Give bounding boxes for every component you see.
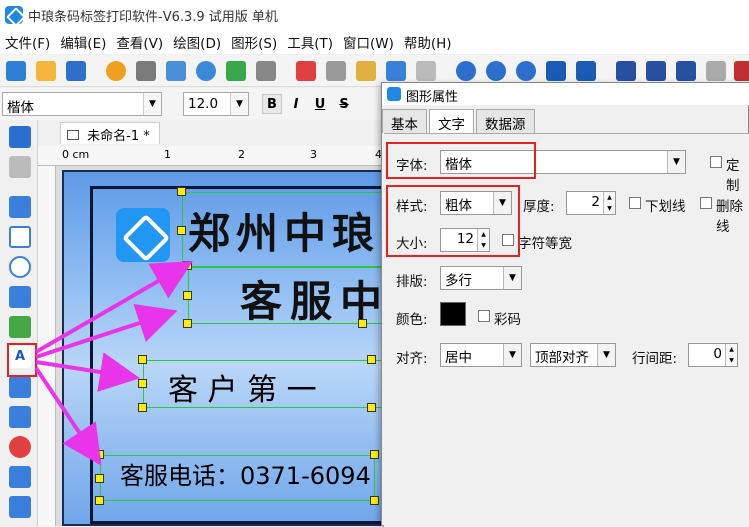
color-swatch[interactable] bbox=[440, 302, 466, 326]
tab-text[interactable]: 文字 bbox=[429, 109, 474, 133]
chevron-down-icon[interactable]: ▼ bbox=[503, 267, 521, 289]
arrow-to-line4 bbox=[34, 366, 102, 466]
linespacing-label: 行间距: bbox=[632, 351, 678, 367]
spinner-icon[interactable]: ▲ ▼ bbox=[725, 344, 737, 366]
chevron-down-icon[interactable]: ▼ bbox=[503, 344, 521, 366]
font-highlight bbox=[386, 142, 536, 179]
vertical-align-select[interactable]: 顶部对齐 ▼ bbox=[530, 343, 616, 367]
dialog-app-icon bbox=[387, 87, 401, 101]
underline-label: 下划线 bbox=[645, 199, 686, 215]
dialog-tabs: 基本 文字 数据源 bbox=[382, 109, 537, 133]
linespacing-input[interactable]: 0 ▲ ▼ bbox=[688, 343, 738, 367]
spinner-icon[interactable]: ▲ ▼ bbox=[603, 192, 615, 214]
arrow-to-line3 bbox=[35, 352, 140, 392]
chevron-down-icon[interactable]: ▼ bbox=[597, 344, 615, 366]
vertical-align-value: 顶部对齐 bbox=[535, 350, 589, 366]
layout-value: 多行 bbox=[445, 273, 472, 289]
layout-select[interactable]: 多行 ▼ bbox=[440, 266, 522, 290]
arrow-to-line2 bbox=[35, 303, 178, 359]
align-value: 居中 bbox=[445, 350, 472, 366]
style-size-highlight bbox=[386, 185, 520, 257]
dialog-title: 图形属性 bbox=[406, 90, 459, 105]
tab-datasource[interactable]: 数据源 bbox=[476, 109, 535, 133]
thickness-input[interactable]: 2 ▲ ▼ bbox=[566, 191, 616, 215]
custom-label: 定制 bbox=[726, 158, 740, 194]
linespacing-value: 0 bbox=[713, 346, 722, 362]
layout-label: 排版: bbox=[396, 274, 428, 290]
colorful-checkbox[interactable] bbox=[478, 310, 490, 322]
chevron-down-icon[interactable]: ▼ bbox=[667, 151, 685, 173]
thickness-label: 厚度: bbox=[523, 199, 555, 215]
underline-checkbox[interactable] bbox=[629, 197, 641, 209]
thickness-value: 2 bbox=[591, 194, 600, 210]
colorful-label: 彩码 bbox=[494, 312, 521, 328]
arrow-to-line1 bbox=[34, 260, 193, 354]
color-label: 颜色: bbox=[396, 312, 428, 328]
custom-checkbox[interactable] bbox=[710, 156, 722, 168]
monospace-label: 字符等宽 bbox=[518, 236, 572, 252]
strikethrough-checkbox[interactable] bbox=[700, 197, 712, 209]
graphic-properties-dialog: 图形属性 基本 文字 数据源 字体: 楷体 ▼ 定制 样式: 粗体 ▼ 厚度: … bbox=[381, 82, 749, 527]
tab-basic[interactable]: 基本 bbox=[382, 109, 427, 133]
align-select[interactable]: 居中 ▼ bbox=[440, 343, 522, 367]
dialog-title-bar: 图形属性 bbox=[382, 83, 749, 105]
text-tab-panel: 字体: 楷体 ▼ 定制 样式: 粗体 ▼ 厚度: 2 ▲ ▼ 下划线 删除线 大小… bbox=[384, 133, 749, 527]
strikethrough-label: 删除线 bbox=[716, 199, 743, 235]
align-label: 对齐: bbox=[396, 351, 428, 367]
